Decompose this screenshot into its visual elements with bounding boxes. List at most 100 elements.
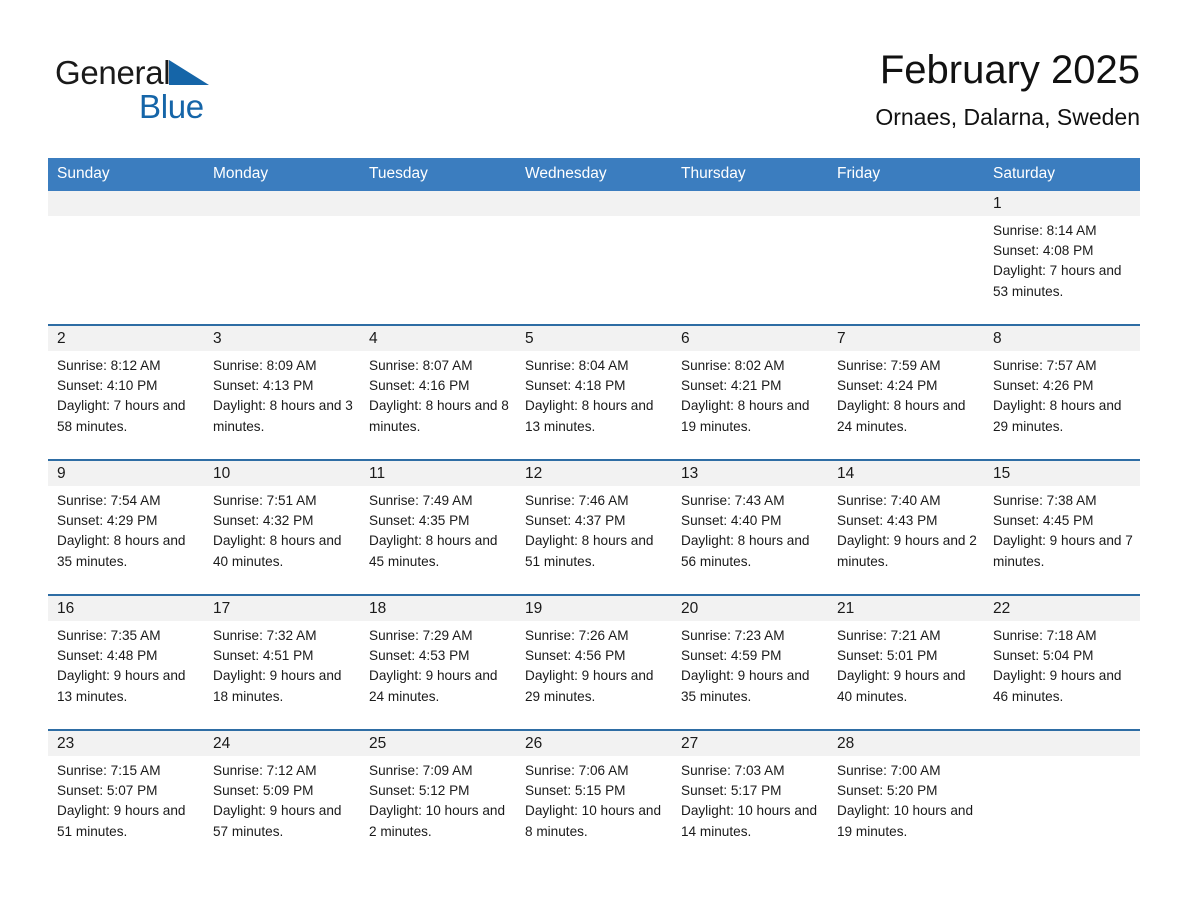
sunrise-text: Sunrise: 7:46 AM (525, 493, 629, 508)
daylight-text: Daylight: 8 hours and 24 minutes. (837, 398, 966, 434)
day-number: 20 (672, 596, 828, 621)
calendar-day-cell[interactable]: 22 Sunrise: 7:18 AM Sunset: 5:04 PM Dayligh… (984, 594, 1140, 730)
sunrise-text: Sunrise: 7:15 AM (57, 763, 161, 778)
sunrise-text: Sunrise: 7:18 AM (993, 628, 1097, 643)
day-number (360, 191, 516, 216)
day-number (984, 731, 1140, 756)
day-number: 22 (984, 596, 1140, 621)
day-number: 6 (672, 326, 828, 351)
calendar-day-cell[interactable]: 16 Sunrise: 7:35 AM Sunset: 4:48 PM Dayligh… (48, 594, 204, 730)
day-number (516, 191, 672, 216)
calendar-day-cell[interactable]: 21 Sunrise: 7:21 AM Sunset: 5:01 PM Dayligh… (828, 594, 984, 730)
calendar-day-cell[interactable]: 6 Sunrise: 8:02 AM Sunset: 4:21 PM Daylight… (672, 324, 828, 460)
calendar-day-cell[interactable]: 1 Sunrise: 8:14 AM Sunset: 4:08 PM Daylight… (984, 191, 1140, 325)
sunset-text: Sunset: 5:01 PM (837, 648, 938, 664)
calendar-day-cell[interactable]: 5 Sunrise: 8:04 AM Sunset: 4:18 PM Daylight… (516, 324, 672, 460)
sunrise-text: Sunrise: 7:35 AM (57, 628, 161, 643)
daylight-text: Daylight: 10 hours and 19 minutes. (837, 803, 974, 839)
day-details: Sunrise: 7:35 AM Sunset: 4:48 PM Daylight:… (48, 621, 204, 707)
daylight-text: Daylight: 8 hours and 19 minutes. (681, 398, 810, 434)
day-details: Sunrise: 7:23 AM Sunset: 4:59 PM Daylight:… (672, 621, 828, 707)
day-details: Sunrise: 7:38 AM Sunset: 4:45 PM Daylight:… (984, 486, 1140, 572)
calendar-day-cell[interactable]: 4 Sunrise: 8:07 AM Sunset: 4:16 PM Daylight… (360, 324, 516, 460)
sunset-text: Sunset: 4:24 PM (837, 378, 938, 394)
calendar-day-cell[interactable]: 19 Sunrise: 7:26 AM Sunset: 4:56 PM Dayligh… (516, 594, 672, 730)
sunset-text: Sunset: 4:53 PM (369, 648, 470, 664)
calendar-body: 1 Sunrise: 8:14 AM Sunset: 4:08 PM Daylight… (48, 191, 1140, 864)
day-number: 1 (984, 191, 1140, 216)
daylight-text: Daylight: 9 hours and 40 minutes. (837, 668, 966, 704)
calendar-day-cell[interactable]: 12 Sunrise: 7:46 AM Sunset: 4:37 PM Dayligh… (516, 459, 672, 595)
sunset-text: Sunset: 4:32 PM (213, 513, 314, 529)
day-number: 26 (516, 731, 672, 756)
calendar-day-cell[interactable]: 17 Sunrise: 7:32 AM Sunset: 4:51 PM Dayligh… (204, 594, 360, 730)
day-details: Sunrise: 7:51 AM Sunset: 4:32 PM Daylight:… (204, 486, 360, 572)
calendar-day-cell[interactable]: 14 Sunrise: 7:40 AM Sunset: 4:43 PM Dayligh… (828, 459, 984, 595)
sunset-text: Sunset: 5:15 PM (525, 783, 626, 799)
calendar-day-cell[interactable]: 24 Sunrise: 7:12 AM Sunset: 5:09 PM Dayligh… (204, 729, 360, 864)
day-details: Sunrise: 7:18 AM Sunset: 5:04 PM Daylight:… (984, 621, 1140, 707)
calendar-day-cell[interactable]: 2 Sunrise: 8:12 AM Sunset: 4:10 PM Daylight… (48, 324, 204, 460)
calendar-day-cell[interactable]: 15 Sunrise: 7:38 AM Sunset: 4:45 PM Dayligh… (984, 459, 1140, 595)
sunset-text: Sunset: 4:21 PM (681, 378, 782, 394)
calendar-day-cell-empty (48, 191, 204, 325)
daylight-text: Daylight: 8 hours and 51 minutes. (525, 533, 654, 569)
day-details: Sunrise: 7:43 AM Sunset: 4:40 PM Daylight:… (672, 486, 828, 572)
sunset-text: Sunset: 4:29 PM (57, 513, 158, 529)
sunset-text: Sunset: 5:12 PM (369, 783, 470, 799)
calendar-day-cell[interactable]: 26 Sunrise: 7:06 AM Sunset: 5:15 PM Dayligh… (516, 729, 672, 864)
day-details: Sunrise: 7:00 AM Sunset: 5:20 PM Daylight:… (828, 756, 984, 842)
calendar-day-cell[interactable]: 28 Sunrise: 7:00 AM Sunset: 5:20 PM Dayligh… (828, 729, 984, 864)
calendar-day-cell-empty (672, 191, 828, 325)
calendar-week-row: 9 Sunrise: 7:54 AM Sunset: 4:29 PM Daylight… (48, 459, 1140, 595)
calendar-day-cell[interactable]: 25 Sunrise: 7:09 AM Sunset: 5:12 PM Dayligh… (360, 729, 516, 864)
page-header: General Blue February 2025 Ornaes, Dalar… (48, 44, 1140, 148)
sunset-text: Sunset: 4:08 PM (993, 243, 1094, 259)
calendar-day-cell[interactable]: 11 Sunrise: 7:49 AM Sunset: 4:35 PM Dayligh… (360, 459, 516, 595)
day-number: 11 (360, 461, 516, 486)
calendar-day-cell[interactable]: 23 Sunrise: 7:15 AM Sunset: 5:07 PM Dayligh… (48, 729, 204, 864)
sunset-text: Sunset: 4:48 PM (57, 648, 158, 664)
day-details: Sunrise: 7:49 AM Sunset: 4:35 PM Daylight:… (360, 486, 516, 572)
day-number: 2 (48, 326, 204, 351)
weekday-header-sunday: Sunday (48, 158, 204, 191)
sunrise-text: Sunrise: 7:40 AM (837, 493, 941, 508)
day-number: 5 (516, 326, 672, 351)
daylight-text: Daylight: 9 hours and 35 minutes. (681, 668, 810, 704)
calendar-day-cell[interactable]: 9 Sunrise: 7:54 AM Sunset: 4:29 PM Daylight… (48, 459, 204, 595)
day-number: 15 (984, 461, 1140, 486)
weekday-header-tuesday: Tuesday (360, 158, 516, 191)
sunrise-text: Sunrise: 7:06 AM (525, 763, 629, 778)
calendar-day-cell[interactable]: 7 Sunrise: 7:59 AM Sunset: 4:24 PM Daylight… (828, 324, 984, 460)
daylight-text: Daylight: 8 hours and 40 minutes. (213, 533, 342, 569)
daylight-text: Daylight: 9 hours and 13 minutes. (57, 668, 186, 704)
day-number: 28 (828, 731, 984, 756)
calendar-day-cell[interactable]: 10 Sunrise: 7:51 AM Sunset: 4:32 PM Dayligh… (204, 459, 360, 595)
calendar-day-cell[interactable]: 3 Sunrise: 8:09 AM Sunset: 4:13 PM Daylight… (204, 324, 360, 460)
day-number (48, 191, 204, 216)
calendar-day-cell[interactable]: 18 Sunrise: 7:29 AM Sunset: 4:53 PM Dayligh… (360, 594, 516, 730)
daylight-text: Daylight: 8 hours and 45 minutes. (369, 533, 498, 569)
daylight-text: Daylight: 9 hours and 18 minutes. (213, 668, 342, 704)
sunrise-text: Sunrise: 7:03 AM (681, 763, 785, 778)
calendar-day-cell[interactable]: 13 Sunrise: 7:43 AM Sunset: 4:40 PM Dayligh… (672, 459, 828, 595)
calendar-day-cell[interactable]: 20 Sunrise: 7:23 AM Sunset: 4:59 PM Dayligh… (672, 594, 828, 730)
sunrise-text: Sunrise: 7:43 AM (681, 493, 785, 508)
general-blue-logo[interactable]: General Blue (55, 54, 375, 134)
sunrise-text: Sunrise: 8:14 AM (993, 223, 1097, 238)
day-number: 27 (672, 731, 828, 756)
location-subtitle: Ornaes, Dalarna, Sweden (875, 104, 1140, 130)
calendar-day-cell[interactable]: 8 Sunrise: 7:57 AM Sunset: 4:26 PM Daylight… (984, 324, 1140, 460)
sunset-text: Sunset: 4:35 PM (369, 513, 470, 529)
calendar-day-cell[interactable]: 27 Sunrise: 7:03 AM Sunset: 5:17 PM Dayligh… (672, 729, 828, 864)
day-number: 7 (828, 326, 984, 351)
weekday-header-row: Sunday Monday Tuesday Wednesday Thursday… (48, 158, 1140, 191)
day-details: Sunrise: 7:06 AM Sunset: 5:15 PM Daylight:… (516, 756, 672, 842)
sunset-text: Sunset: 5:07 PM (57, 783, 158, 799)
daylight-text: Daylight: 8 hours and 35 minutes. (57, 533, 186, 569)
day-number: 17 (204, 596, 360, 621)
sunset-text: Sunset: 4:56 PM (525, 648, 626, 664)
daylight-text: Daylight: 10 hours and 2 minutes. (369, 803, 506, 839)
daylight-text: Daylight: 9 hours and 57 minutes. (213, 803, 342, 839)
sunrise-text: Sunrise: 7:57 AM (993, 358, 1097, 373)
